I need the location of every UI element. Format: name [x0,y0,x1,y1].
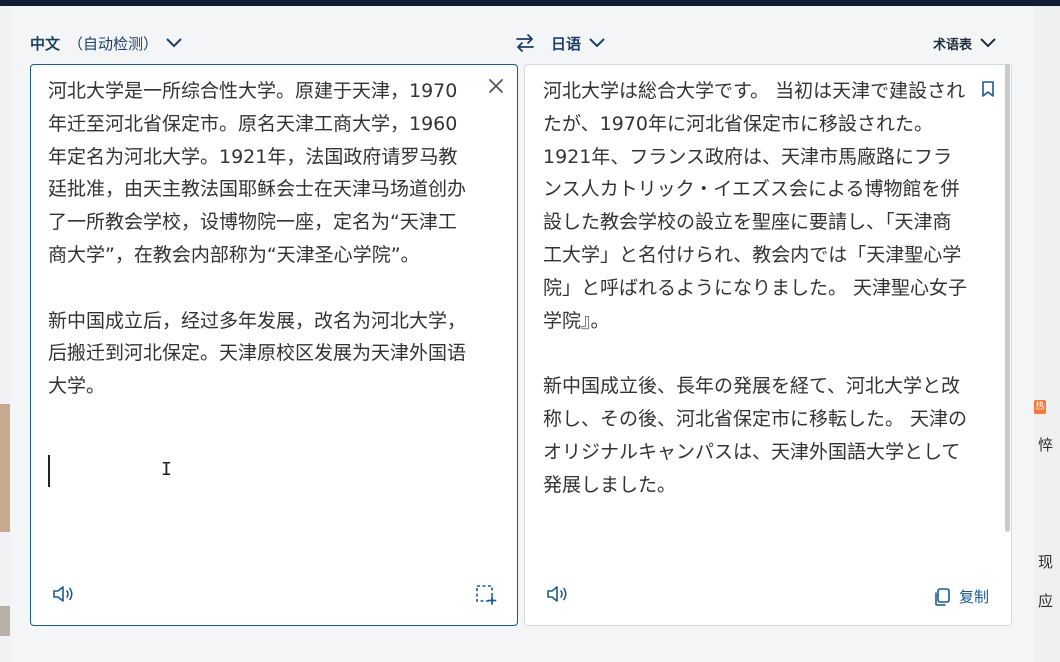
background-page-right: 热 悴 现 应 [1034,6,1060,662]
background-text-fragment: 悴 [1038,436,1054,454]
source-text[interactable]: 河北大学是一所综合性大学。原建于天津，1970年迁至河北省保定市。原名天津工商大… [48,75,473,403]
ibeam-cursor-icon: I [161,459,172,480]
chevron-down-icon [166,38,182,48]
target-text-area: 河北大学は総合大学です。 当初は天津で建設されたが、1970年に河北省保定市に移… [524,64,1012,626]
hot-badge: 热 [1034,400,1046,414]
chevron-down-icon [589,38,605,48]
close-icon[interactable] [487,77,505,95]
background-page-left [0,6,10,662]
background-image-fragment [0,606,10,636]
chevron-down-icon [980,38,996,48]
glossary-label: 术语表 [932,37,972,53]
copy-button[interactable]: 复制 [933,586,989,607]
translated-text: 河北大学は総合大学です。 当初は天津で建設されたが、1970年に河北省保定市に移… [543,80,968,496]
speaker-icon[interactable] [545,583,571,605]
auto-detect-label: （自动检测） [68,34,159,53]
bookmark-icon[interactable] [981,80,995,98]
source-language-name: 中文 [30,34,61,53]
speaker-icon[interactable] [51,583,77,605]
swap-arrows-icon[interactable] [514,32,536,54]
language-bar: 中文 （自动检测） 日语 术语表 [10,30,1034,56]
scrollbar[interactable] [1005,64,1010,532]
translator-panel: 中文 （自动检测） 日语 术语表 河北大学是一所综合性大学。原建于天津，1970… [10,6,1034,662]
glossary-dropdown[interactable]: 术语表 [933,30,996,56]
source-text-area[interactable]: 河北大学是一所综合性大学。原建于天津，1970年迁至河北省保定市。原名天津工商大… [30,64,518,626]
background-text-fragment: 应 [1038,592,1054,610]
background-image-fragment [0,404,10,532]
target-language-name: 日语 [551,34,582,53]
screenshot-icon[interactable] [475,583,497,605]
copy-label: 复制 [958,588,989,606]
copy-icon [935,587,950,606]
text-cursor [48,455,50,487]
background-text-fragment: 现 [1038,553,1054,571]
source-language-selector[interactable]: 中文 （自动检测） [30,30,182,56]
target-language-selector[interactable]: 日语 [551,30,605,56]
